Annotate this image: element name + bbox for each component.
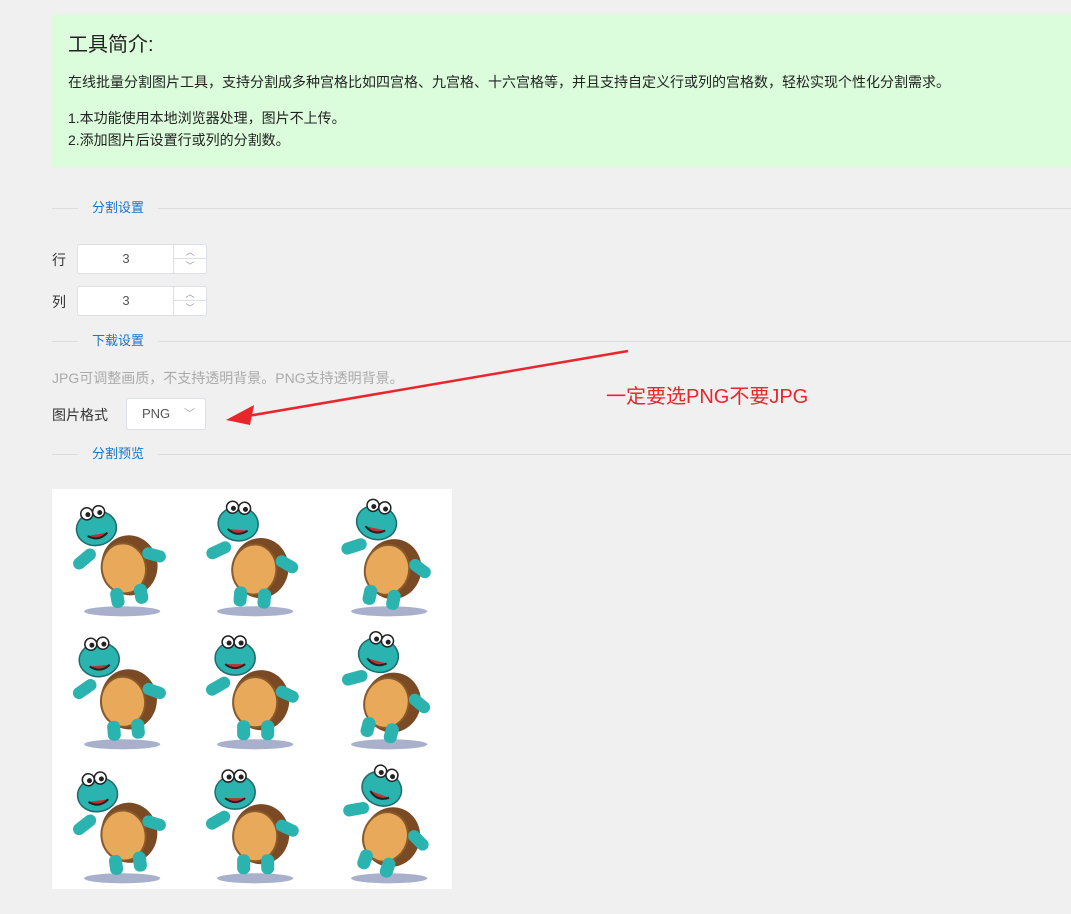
intro-title: 工具简介: bbox=[68, 34, 154, 56]
rows-stepper[interactable]: 3 ︿ ﹀ bbox=[77, 244, 207, 274]
preview-tile bbox=[52, 622, 185, 755]
download-settings-divider: 下载设置 bbox=[52, 332, 1071, 350]
annotation-text: 一定要选PNG不要JPG bbox=[606, 386, 809, 408]
split-settings-heading: 分割设置 bbox=[78, 199, 159, 217]
intro-description: 在线批量分割图片工具，支持分割成多种宫格比如四宫格、九宫格、十六宫格等，并且支持… bbox=[68, 74, 950, 90]
rows-decrement-icon[interactable]: ﹀ bbox=[174, 259, 206, 273]
cols-increment-icon[interactable]: ︿ bbox=[174, 287, 206, 301]
preview-tile bbox=[52, 756, 185, 889]
preview-tile bbox=[319, 622, 452, 755]
split-preview-grid bbox=[52, 489, 452, 889]
cols-value[interactable]: 3 bbox=[78, 287, 174, 315]
cols-label: 列 bbox=[52, 294, 66, 310]
preview-tile bbox=[319, 756, 452, 889]
split-settings-divider: 分割设置 bbox=[52, 199, 1071, 217]
preview-tile bbox=[52, 489, 185, 622]
preview-tile bbox=[185, 489, 318, 622]
chevron-down-icon[interactable]: ﹀ bbox=[184, 399, 195, 429]
rows-increment-icon[interactable]: ︿ bbox=[174, 245, 206, 259]
format-label: 图片格式 bbox=[52, 407, 108, 423]
annotation-arrow bbox=[226, 349, 629, 425]
intro-note-2: 2.添加图片后设置行或列的分割数。 bbox=[68, 132, 290, 148]
preview-tile bbox=[319, 489, 452, 622]
rows-value[interactable]: 3 bbox=[78, 245, 174, 273]
preview-tile bbox=[185, 756, 318, 889]
download-settings-heading: 下载设置 bbox=[78, 332, 159, 350]
preview-heading: 分割预览 bbox=[78, 445, 159, 463]
rows-label: 行 bbox=[52, 252, 66, 268]
intro-panel: 工具简介: 在线批量分割图片工具，支持分割成多种宫格比如四宫格、九宫格、十六宫格… bbox=[52, 14, 1071, 167]
preview-tile bbox=[185, 622, 318, 755]
format-select-value[interactable]: PNG bbox=[142, 399, 170, 429]
preview-divider: 分割预览 bbox=[52, 445, 1071, 463]
format-select[interactable]: PNG ﹀ bbox=[126, 398, 206, 430]
intro-note-1: 1.本功能使用本地浏览器处理，图片不上传。 bbox=[68, 110, 346, 126]
cols-stepper[interactable]: 3 ︿ ﹀ bbox=[77, 286, 207, 316]
cols-decrement-icon[interactable]: ﹀ bbox=[174, 301, 206, 315]
